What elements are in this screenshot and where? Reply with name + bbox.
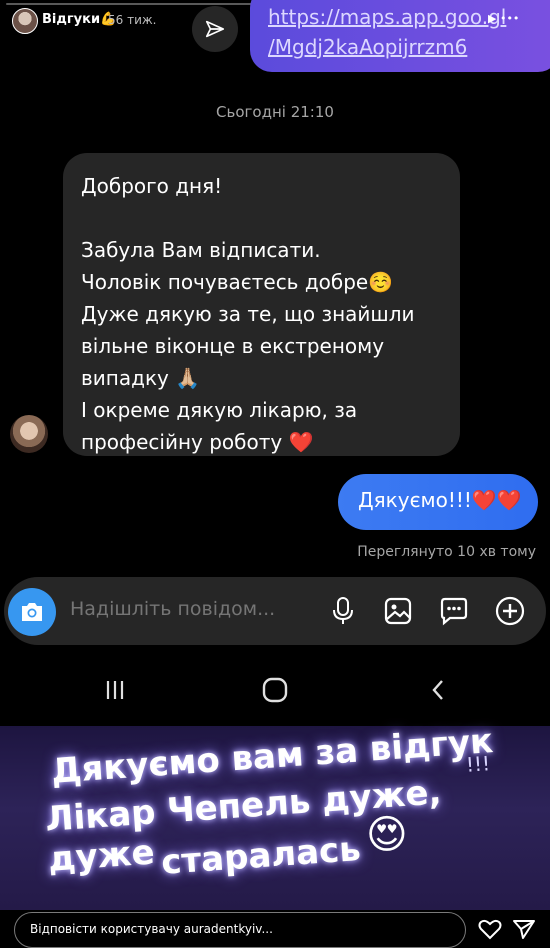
message-input[interactable] bbox=[70, 598, 310, 620]
camera-icon bbox=[22, 603, 42, 621]
like-button[interactable] bbox=[478, 918, 504, 942]
seen-status: Переглянуто 10 хв тому bbox=[357, 544, 536, 560]
add-icon bbox=[495, 596, 525, 626]
microphone-icon bbox=[333, 597, 353, 624]
share-button[interactable] bbox=[192, 6, 238, 52]
sticker-icon bbox=[440, 597, 468, 626]
sender-avatar[interactable] bbox=[10, 415, 48, 453]
recents-icon bbox=[106, 681, 124, 699]
home-button[interactable] bbox=[255, 672, 295, 708]
chat-timestamp: Сьогодні 21:10 bbox=[216, 103, 334, 121]
camera-button[interactable] bbox=[8, 588, 56, 636]
send-reply-button[interactable] bbox=[512, 918, 538, 942]
heart-icon bbox=[478, 919, 502, 940]
reply-placeholder[interactable]: Відповісти користувачу auradentkyiv... bbox=[30, 922, 273, 936]
story-age: 56 тиж. bbox=[108, 13, 157, 27]
add-button[interactable] bbox=[493, 594, 527, 628]
home-icon bbox=[262, 677, 288, 703]
gallery-button[interactable] bbox=[381, 594, 415, 628]
microphone-button[interactable] bbox=[326, 594, 360, 628]
recents-button[interactable] bbox=[95, 672, 135, 708]
gallery-icon bbox=[384, 597, 412, 625]
heart-eyes-emoji: 😍 bbox=[366, 812, 408, 858]
paper-plane-icon bbox=[513, 920, 535, 939]
story-account-name[interactable]: Відгуки💪 bbox=[42, 12, 116, 27]
send-icon bbox=[205, 20, 225, 38]
link-message-text[interactable]: https://maps.app.goo.gl /Mgdj2kaAopijrrz… bbox=[268, 2, 548, 62]
incoming-message-text: Доброго дня! Забула Вам відписати. Чолов… bbox=[81, 174, 415, 454]
outgoing-message-text: Дякуємо!!!❤️❤️ bbox=[358, 488, 522, 512]
back-button[interactable] bbox=[418, 672, 458, 708]
sticker-button[interactable] bbox=[437, 594, 471, 628]
story-avatar[interactable] bbox=[12, 8, 38, 34]
play-indicator-icon: ▶ ••• bbox=[488, 12, 520, 25]
back-icon bbox=[432, 680, 443, 700]
